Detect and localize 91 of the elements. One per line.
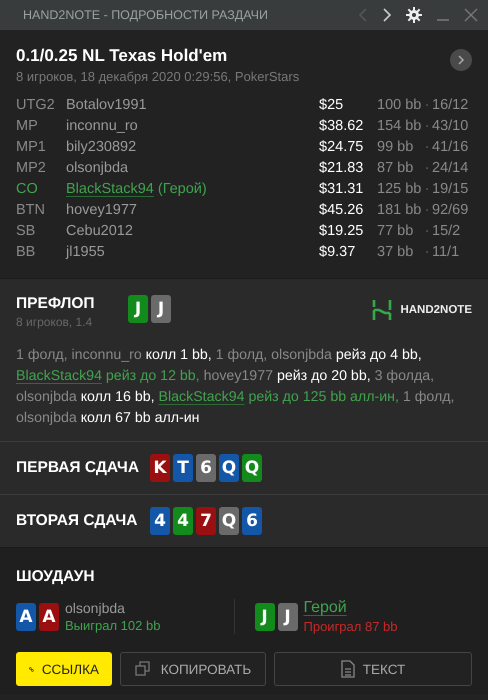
- playing-card: A: [39, 602, 59, 630]
- player-name: Botalov1991: [66, 96, 148, 115]
- window-title: HAND2NOTE - ПОДРОБНОСТИ РАЗДАЧИ: [23, 8, 269, 22]
- player-position: UTG2: [16, 96, 56, 115]
- player-stats: 19/15: [432, 180, 470, 199]
- section-title: ШОУДАУН: [16, 568, 96, 586]
- player-stack: $9.37: [319, 243, 356, 262]
- player-stack: $21.83: [319, 159, 364, 178]
- section-title: ВТОРАЯ СДАЧА: [16, 512, 138, 530]
- player-stack: $31.31: [319, 180, 364, 199]
- player-name: olsonjbda: [66, 159, 130, 178]
- player-link[interactable]: BlackStack94: [16, 368, 102, 384]
- player-name: jl1955: [66, 243, 106, 262]
- playing-card: 4: [150, 507, 170, 535]
- player-name: olsonjbda: [65, 600, 126, 616]
- player-position: BB: [16, 243, 36, 262]
- close-icon[interactable]: [464, 8, 478, 22]
- settings-icon[interactable]: [406, 7, 422, 23]
- player-bb: 37 bb: [377, 243, 414, 262]
- player-bb: 87 bb: [377, 159, 414, 178]
- playing-card: 4: [173, 507, 193, 535]
- player-bb: 77 bb: [377, 222, 414, 241]
- player-stats: 15/2: [432, 222, 462, 241]
- player-position: CO: [16, 180, 39, 199]
- hand-title: 0.1/0.25 NL Texas Hold'em: [16, 46, 228, 66]
- player-position: MP2: [16, 159, 47, 178]
- action-summary: 1 фолд, inconnu_ro колл 1 bb, 1 фолд, olsonjbda рейз до 4 bb, BlackStack94 рейз до 12 bb, hovey1977 рейз до 20 bb, 3 фолда, olsonjbda колл 16 bb, BlackStack94 рейз до 125 bb алл-ин, 1 фолд, olsonjbda колл 67 bb алл-ин: [16, 346, 456, 428]
- player-link[interactable]: Герой: [304, 599, 347, 616]
- playing-card: Q: [219, 454, 239, 482]
- playing-card: J: [151, 295, 171, 323]
- player-name: hovey1977: [66, 201, 138, 220]
- player-link[interactable]: BlackStack94: [66, 181, 154, 197]
- forward-icon[interactable]: [382, 8, 392, 22]
- document-icon: [340, 660, 355, 678]
- playing-card: T: [173, 454, 193, 482]
- separator-dot: ·: [424, 138, 430, 157]
- player-stats: 24/14: [432, 159, 470, 178]
- separator-dot: ·: [424, 159, 430, 178]
- separator-dot: ·: [424, 180, 430, 199]
- player-bb: 154 bb: [377, 117, 422, 136]
- hero-label: (Герой): [158, 181, 207, 197]
- result-text: Выиграл 102 bb: [65, 618, 160, 633]
- player-position: MP: [16, 117, 39, 136]
- separator-dot: ·: [424, 96, 430, 115]
- playing-card: 6: [196, 454, 216, 482]
- playing-card: Q: [242, 454, 262, 482]
- text-button[interactable]: ТЕКСТ: [274, 652, 472, 686]
- player-name: Cebu2012: [66, 222, 134, 241]
- player-bb: 100 bb: [377, 96, 422, 115]
- logo-icon: [372, 299, 392, 321]
- separator-dot: ·: [424, 117, 430, 136]
- player-stats: 43/10: [432, 117, 470, 136]
- logo-text: HAND2NOTE: [400, 304, 472, 316]
- player-position: MP1: [16, 138, 47, 157]
- player-stack: $24.75: [319, 138, 364, 157]
- playing-card: J: [254, 602, 274, 630]
- player-name: bily230892: [66, 138, 138, 157]
- separator-dot: ·: [424, 222, 430, 241]
- section-title: ПРЕФЛОП: [16, 295, 96, 313]
- player-bb: 99 bb: [377, 138, 414, 157]
- player-stack: $19.25: [319, 222, 364, 241]
- section-subtitle: 8 игроков, 1.4: [16, 315, 94, 329]
- player-stats: 16/12: [432, 96, 470, 115]
- player-stack: $45.26: [319, 201, 364, 220]
- player-name: inconnu_ro: [66, 117, 139, 136]
- section-title: ПЕРВАЯ СДАЧА: [16, 459, 140, 477]
- playing-card: 7: [196, 507, 216, 535]
- player-stack: $25: [319, 96, 344, 115]
- chevron-icon: [457, 55, 465, 65]
- player-stats: 41/16: [432, 138, 470, 157]
- link-button[interactable]: ССЫЛКА: [16, 652, 112, 686]
- playing-card: J: [278, 602, 298, 630]
- separator-dot: ·: [424, 201, 430, 220]
- player-link[interactable]: BlackStack94: [158, 389, 244, 405]
- playing-card: 6: [242, 507, 262, 535]
- separator-dot: ·: [424, 243, 430, 262]
- result-text: Проиграл 87 bb: [304, 619, 398, 634]
- player-stack: $38.62: [319, 117, 364, 136]
- copy-button[interactable]: КОПИРОВАТЬ: [120, 652, 266, 686]
- player-stats: 92/69: [432, 201, 470, 220]
- player-stats: 11/1: [432, 243, 460, 262]
- player-bb: 181 bb: [377, 201, 422, 220]
- hand-subtitle: 8 игроков, 18 декабря 2020 0:29:56, PokerStars: [16, 69, 300, 84]
- playing-card: Q: [219, 507, 239, 535]
- playing-card: A: [16, 602, 36, 630]
- playing-card: K: [150, 454, 170, 482]
- player-position: SB: [16, 222, 36, 241]
- playing-card: J: [128, 295, 148, 323]
- player-bb: 125 bb: [377, 180, 422, 199]
- player-position: BTN: [16, 201, 46, 220]
- next-button[interactable]: [450, 49, 472, 71]
